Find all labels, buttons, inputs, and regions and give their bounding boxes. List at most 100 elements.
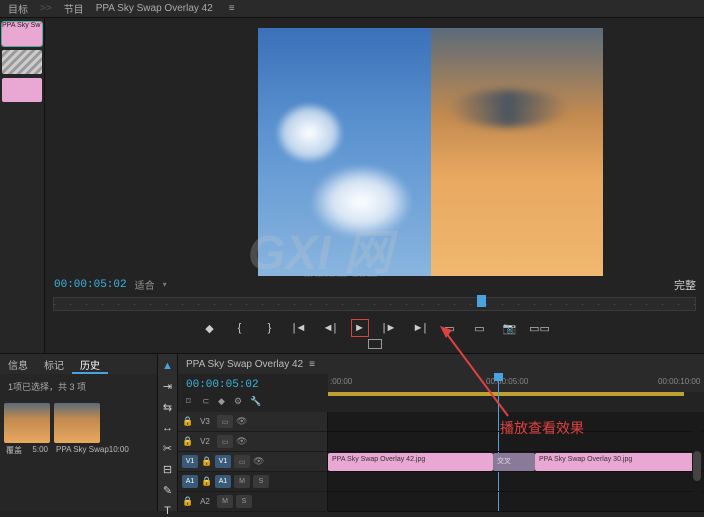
eye-icon[interactable]: 👁	[236, 416, 247, 427]
go-to-out-button[interactable]: ►|	[411, 319, 429, 337]
track-header-v3[interactable]: 🔒 V3 ▭ 👁	[178, 412, 327, 432]
linked-selection-icon[interactable]: ⊂	[202, 396, 213, 407]
source-patch-v1[interactable]: V1	[182, 455, 198, 468]
eye-icon[interactable]: 👁	[253, 456, 264, 467]
source-clip-thumb[interactable]	[2, 50, 42, 74]
track-lane-a1[interactable]	[328, 472, 704, 492]
clip-thumbnail	[54, 403, 100, 443]
zoom-fit-dropdown[interactable]: 适合	[135, 277, 155, 292]
solo-toggle[interactable]: S	[236, 495, 252, 508]
tab-history[interactable]: 历史	[72, 354, 108, 374]
safe-margins-button[interactable]	[368, 339, 382, 349]
track-lane-a2[interactable]	[328, 492, 704, 512]
resolution-dropdown[interactable]: 完整	[674, 277, 696, 293]
program-panel-header: 目标 >> 节目 PPA Sky Swap Overlay 42 ≡	[0, 0, 704, 18]
step-back-button[interactable]: ◄|	[321, 319, 339, 337]
lock-icon[interactable]: 🔒	[182, 416, 193, 427]
chevron-down-icon: ▾	[163, 280, 167, 289]
eye-icon[interactable]: 👁	[236, 436, 247, 447]
vertical-scrollbar[interactable]	[692, 414, 702, 507]
preview-left	[258, 28, 431, 276]
timeline-timecode[interactable]: 00:00:05:02	[186, 379, 259, 391]
snap-icon[interactable]: ⌑	[186, 396, 197, 407]
preview-right	[431, 28, 604, 276]
lower-tabs: 信息 标记 历史	[0, 354, 157, 374]
track-output-toggle[interactable]: ▭	[234, 455, 250, 468]
time-ruler[interactable]: :00:00 00:00:05:00 00:00:10:00	[328, 374, 704, 392]
transport-controls: ◆ { } |◄ ◄| ► |► ►| ▭ ▭ 📷 ▭▭	[45, 319, 704, 337]
source-clip-thumb[interactable]	[2, 78, 42, 102]
slip-tool[interactable]: ⊟	[161, 463, 175, 476]
sequence-name[interactable]: PPA Sky Swap Overlay 42	[186, 359, 303, 370]
scrollbar-thumb[interactable]	[693, 451, 701, 481]
panel-menu-icon[interactable]: ≡	[309, 359, 315, 370]
lock-icon[interactable]: 🔒	[201, 476, 212, 487]
settings-icon[interactable]: ⚙	[234, 396, 245, 407]
type-tool[interactable]: T	[161, 505, 175, 517]
video-clip[interactable]: PPA Sky Swap Overlay 42.jpg	[328, 453, 493, 471]
track-target-a1[interactable]: A1	[215, 475, 231, 488]
track-header-a1[interactable]: A1 🔒 A1 M S	[178, 472, 327, 492]
lock-icon[interactable]: 🔒	[182, 496, 193, 507]
ruler-tick: :00:00	[330, 377, 352, 386]
pen-tool[interactable]: ✎	[161, 484, 175, 497]
lock-icon[interactable]: 🔒	[201, 456, 212, 467]
source-panel: PPA Sky Sw	[0, 18, 45, 353]
track-target-v1[interactable]: V1	[215, 455, 231, 468]
bin-item[interactable]: 覆盖5:00	[4, 403, 50, 458]
track-lane-v1[interactable]: PPA Sky Swap Overlay 42.jpg 交叉 PPA Sky S…	[328, 452, 704, 472]
track-header-v1[interactable]: V1 🔒 V1 ▭ 👁	[178, 452, 327, 472]
clip-thumbnail	[4, 403, 50, 443]
panel-menu-icon[interactable]: ≡	[223, 3, 241, 14]
track-output-toggle[interactable]: ▭	[217, 435, 233, 448]
ripple-edit-tool[interactable]: ⇆	[161, 401, 175, 414]
annotation-text: 播放查看效果	[500, 418, 584, 438]
tool-palette: ▲ ⇥ ⇆ ↔ ✂ ⊟ ✎ T	[158, 354, 178, 511]
ruler-tick: 00:00:10:00	[658, 377, 700, 386]
ruler-tick: 00:00:05:00	[486, 377, 528, 386]
mark-in-button[interactable]: {	[231, 319, 249, 337]
mini-timeline[interactable]	[53, 297, 696, 311]
mute-toggle[interactable]: M	[234, 475, 250, 488]
track-header-v2[interactable]: 🔒 V2 ▭ 👁	[178, 432, 327, 452]
mini-playhead[interactable]	[477, 295, 486, 307]
step-forward-button[interactable]: |►	[381, 319, 399, 337]
program-label: 节目	[58, 1, 90, 16]
bin-item[interactable]: PPA Sky Swap10:00	[54, 403, 131, 458]
razor-tool[interactable]: ✂	[161, 442, 175, 455]
source-clip-thumb[interactable]: PPA Sky Sw	[2, 22, 42, 46]
marker-icon[interactable]: ◆	[218, 396, 229, 407]
tab-info[interactable]: 信息	[0, 354, 36, 374]
rate-stretch-tool[interactable]: ↔	[161, 422, 175, 434]
timeline-panel: PPA Sky Swap Overlay 42 ≡ 00:00:05:02 ⌑ …	[178, 354, 704, 511]
track-headers: 🔒 V3 ▭ 👁 🔒 V2 ▭ 👁 V1 🔒 V1 ▭ 👁	[178, 412, 328, 511]
selection-count: 1项已选择，共 3 项	[0, 374, 157, 399]
video-canvas	[258, 28, 603, 276]
sources-label: 目标	[2, 1, 34, 16]
sep-icon: >>	[34, 3, 58, 14]
panel-title: PPA Sky Swap Overlay 42	[90, 3, 219, 14]
work-area-bar[interactable]	[328, 392, 684, 396]
track-header-a2[interactable]: 🔒 A2 M S	[178, 492, 327, 512]
track-select-tool[interactable]: ⇥	[161, 380, 175, 393]
mark-out-button[interactable]: }	[261, 319, 279, 337]
lift-button[interactable]: ▭	[441, 319, 459, 337]
lock-icon[interactable]: 🔒	[182, 436, 193, 447]
mute-toggle[interactable]: M	[217, 495, 233, 508]
solo-toggle[interactable]: S	[253, 475, 269, 488]
program-timecode[interactable]: 00:00:05:02	[54, 279, 127, 291]
play-button[interactable]: ►	[351, 319, 369, 337]
go-to-in-button[interactable]: |◄	[291, 319, 309, 337]
tab-marker[interactable]: 标记	[36, 354, 72, 374]
video-clip[interactable]: PPA Sky Swap Overlay 30.jpg	[535, 453, 693, 471]
export-frame-button[interactable]: 📷	[501, 319, 519, 337]
extract-button[interactable]: ▭	[471, 319, 489, 337]
source-patch-a1[interactable]: A1	[182, 475, 198, 488]
wrench-icon[interactable]: 🔧	[250, 396, 261, 407]
project-panel: 信息 标记 历史 1项已选择，共 3 项 覆盖5:00 PPA Sky Swap…	[0, 354, 158, 511]
add-marker-button[interactable]: ◆	[201, 319, 219, 337]
track-output-toggle[interactable]: ▭	[217, 415, 233, 428]
transition-clip[interactable]: 交叉	[493, 453, 535, 471]
button-editor-button[interactable]: ▭▭	[531, 319, 549, 337]
selection-tool[interactable]: ▲	[161, 360, 175, 372]
